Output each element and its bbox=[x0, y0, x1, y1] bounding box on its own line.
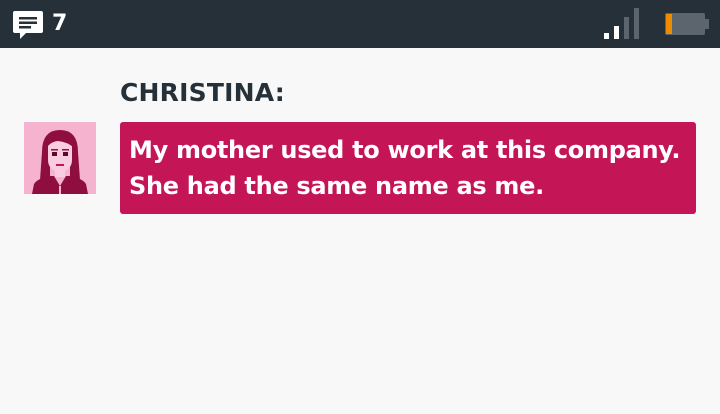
signal-bar-4 bbox=[634, 8, 639, 39]
speaker-name: CHRISTINA: bbox=[120, 78, 285, 107]
signal-bar-2 bbox=[614, 26, 619, 39]
chat-bubble-icon[interactable] bbox=[12, 9, 44, 41]
signal-strength-icon bbox=[604, 8, 639, 39]
christina-portrait-icon bbox=[24, 122, 96, 194]
battery-low-icon bbox=[665, 13, 709, 35]
signal-bar-3 bbox=[624, 17, 629, 39]
message-count: 7 bbox=[52, 11, 68, 36]
battery-level-fill bbox=[666, 14, 672, 34]
signal-bar-1 bbox=[604, 33, 609, 39]
dialogue-bubble[interactable]: My mother used to work at this company. … bbox=[120, 122, 696, 214]
dialogue-line-2: She had the same name as me. bbox=[129, 172, 544, 200]
dialogue-line-1: My mother used to work at this company. bbox=[129, 136, 681, 164]
status-bar: 7 bbox=[0, 0, 720, 48]
